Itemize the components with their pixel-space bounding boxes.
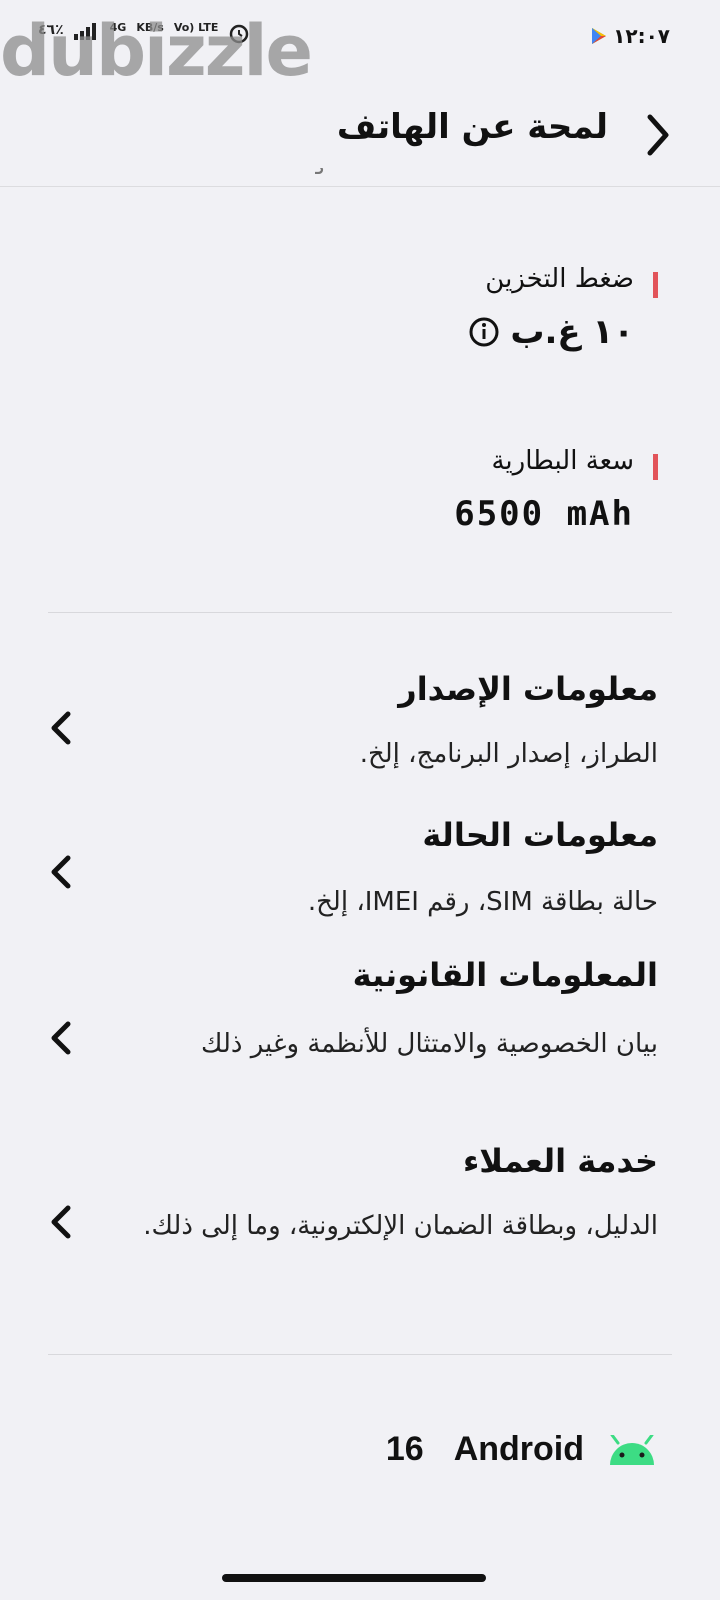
chevron-left-icon [51,855,71,889]
menu-item-subtitle: الطراز، إصدار البرنامج، إلخ. [359,739,658,769]
menu-item-status-info[interactable]: معلومات الحالة حالة بطاقة SIM، رقم IMEI،… [0,808,720,938]
play-store-icon [592,28,606,44]
menu-item-version-info[interactable]: معلومات الإصدار الطراز، إصدار البرنامج، … [0,662,720,792]
android-robot-icon [610,1434,654,1465]
menu-item-subtitle: بيان الخصوصية والامتثال للأنظمة وغير ذلك [201,1029,658,1059]
spec-label: سعة البطارية [491,446,634,476]
spec-value: ١٠ غ.ب [468,312,634,352]
dubizzle-watermark: dubizzle [0,10,313,92]
chevron-left-icon [51,711,71,745]
android-version-row: 16 Android [386,1430,658,1469]
android-name: Android [453,1430,584,1468]
clipped-previous-text: ﮐ [315,168,355,186]
storage-compression-spec: ضغط التخزين ١٠ غ.ب [468,264,634,352]
status-time: ١٢:٠٧ [613,24,670,48]
header-divider [0,186,720,187]
menu-item-customer-service[interactable]: خدمة العملاء الدليل، وبطاقة الضمان الإلك… [0,1136,720,1316]
section-divider [48,1354,672,1355]
battery-capacity-spec: سعة البطارية 6500 mAh [454,446,634,534]
battery-value: 6500 mAh [454,494,634,534]
menu-item-title: خدمة العملاء [462,1142,658,1180]
spec-accent-bar [653,272,658,298]
storage-value: ١٠ غ.ب [510,312,634,352]
menu-item-legal-info[interactable]: المعلومات القانونية بيان الخصوصية والامت… [0,950,720,1120]
android-version-number: 16 [385,1430,424,1468]
header: لمحة عن الهاتف [0,95,720,175]
info-icon[interactable] [468,316,500,348]
chevron-left-icon [51,1205,71,1239]
page-title: لمحة عن الهاتف [336,107,608,147]
spec-label: ضغط التخزين [485,264,634,294]
spec-accent-bar [653,454,658,480]
menu-item-subtitle: الدليل، وبطاقة الضمان الإلكترونية، وما إ… [143,1211,658,1241]
back-arrow-icon[interactable] [642,113,672,157]
chevron-left-icon [51,1021,71,1055]
menu-item-title: المعلومات القانونية [352,956,658,994]
menu-item-title: معلومات الحالة [422,816,658,854]
menu-item-subtitle: حالة بطاقة SIM، رقم IMEI، إلخ. [307,887,658,917]
menu-item-title: معلومات الإصدار [398,670,658,708]
gesture-nav-handle[interactable] [222,1574,486,1582]
section-divider [48,612,672,613]
